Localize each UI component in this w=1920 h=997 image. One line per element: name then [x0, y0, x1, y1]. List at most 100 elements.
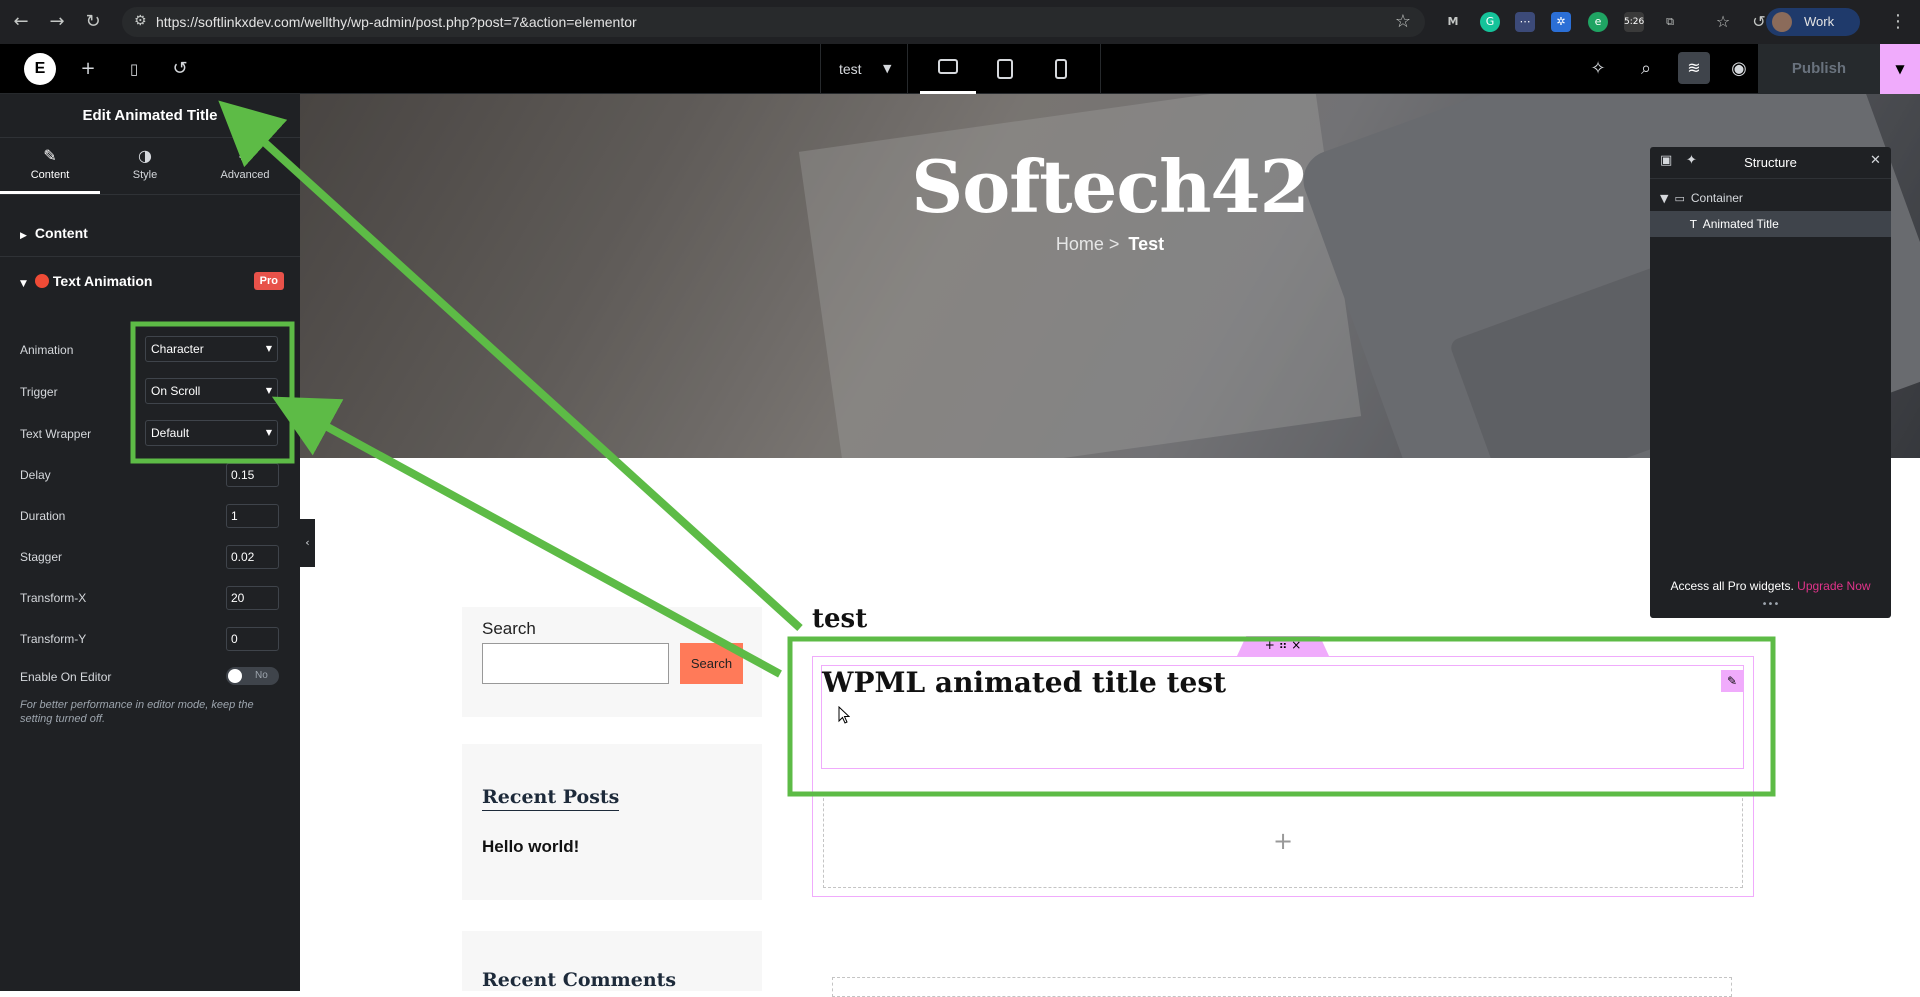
enable-on-editor-toggle[interactable]: No: [226, 667, 279, 685]
upgrade-now-link[interactable]: Upgrade Now: [1797, 579, 1870, 593]
search-button[interactable]: Search: [680, 643, 743, 684]
edit-widget-pencil-icon[interactable]: ✎: [1721, 670, 1743, 692]
recent-comments-heading: Recent Comments: [482, 969, 677, 991]
tree-item-animated-title[interactable]: T Animated Title: [1650, 211, 1891, 237]
profile-chip[interactable]: Work: [1766, 8, 1860, 36]
caret-down-icon: ▼: [265, 428, 272, 437]
divider: [1100, 44, 1101, 94]
toggle-state: No: [255, 670, 268, 681]
site-info-icon[interactable]: ⚙: [134, 13, 147, 29]
resize-grip-icon[interactable]: •••: [1650, 599, 1891, 610]
extension-gear-icon[interactable]: ✲: [1551, 12, 1571, 32]
select-value: Default: [151, 426, 190, 440]
extension-edge-icon[interactable]: e: [1588, 12, 1608, 32]
profile-label: Work: [1804, 14, 1835, 29]
animation-select[interactable]: Character ▼: [145, 336, 278, 362]
section-text-animation-header[interactable]: ▼ Text Animation Pro: [0, 257, 300, 305]
tab-advanced[interactable]: ⚙ Advanced: [195, 138, 295, 194]
caret-down-icon: ▼: [265, 344, 272, 353]
elementor-topbar: E + ▯ ↺ test ▼ ✧ ⌕ ≋ ◉ Publish ▼: [0, 44, 1920, 94]
duration-label: Duration: [20, 509, 66, 523]
bookmarks-icon[interactable]: ☆: [1713, 12, 1733, 32]
mobile-view-button[interactable]: [1033, 44, 1089, 94]
address-bar[interactable]: ⚙ https://softlinkxdev.com/wellthy/wp-ad…: [122, 7, 1425, 37]
extension-timer-icon[interactable]: 5:26: [1624, 12, 1644, 32]
avatar: [1772, 12, 1792, 32]
panel-title: Edit Animated Title: [0, 94, 300, 138]
text-icon: T: [1690, 218, 1697, 231]
transform-x-label: Transform-X: [20, 591, 87, 605]
collapse-panel-chevron-icon[interactable]: ‹: [300, 519, 315, 567]
structure-header: ▣ ✦ Structure ✕: [1650, 147, 1891, 179]
publish-options-chevron-icon[interactable]: ▼: [1880, 44, 1920, 94]
reload-icon[interactable]: ↻: [82, 11, 104, 33]
forward-icon[interactable]: →: [46, 11, 68, 33]
tab-label: Style: [132, 169, 158, 181]
tab-style[interactable]: ◑ Style: [95, 138, 195, 194]
select-value: Character: [151, 342, 204, 356]
text-wrapper-label: Text Wrapper: [20, 427, 92, 441]
page-settings-icon[interactable]: ▯: [122, 57, 146, 81]
tree-item-container[interactable]: ▼ ▭ Container: [1650, 185, 1891, 211]
preview-eye-icon[interactable]: ◉: [1727, 57, 1751, 81]
mobile-icon: [1055, 59, 1067, 79]
pro-badge: Pro: [253, 272, 284, 290]
pro-widget-icon: [34, 274, 49, 288]
tree-label: Animated Title: [1702, 217, 1779, 231]
elementor-logo-icon[interactable]: E: [24, 53, 56, 85]
close-icon[interactable]: ✕: [1870, 153, 1881, 168]
back-icon[interactable]: ←: [10, 11, 32, 33]
toggle-knob: [228, 669, 242, 683]
trigger-label: Trigger: [20, 385, 58, 399]
timer-badge: 5:26: [1624, 17, 1645, 27]
tab-content[interactable]: ✎ Content: [0, 138, 100, 194]
pro-upsell-text: Access all Pro widgets.: [1670, 579, 1794, 593]
search-widget: Search Search: [462, 607, 762, 717]
transform-y-input[interactable]: 0: [226, 627, 279, 651]
recent-post-link[interactable]: Hello world!: [482, 837, 579, 857]
structure-layers-icon[interactable]: ≋: [1678, 52, 1710, 84]
desktop-icon: [938, 59, 958, 74]
stagger-label: Stagger: [20, 550, 63, 564]
text-wrapper-select[interactable]: Default ▼: [145, 420, 278, 446]
desktop-view-button[interactable]: [920, 44, 976, 94]
history-icon[interactable]: ↺: [168, 57, 192, 81]
publish-button[interactable]: Publish: [1758, 44, 1880, 94]
delay-input[interactable]: 0.15: [226, 463, 279, 487]
search-input[interactable]: [482, 643, 669, 684]
extension-dots-icon[interactable]: ⋯: [1515, 12, 1535, 32]
caret-down-icon: ▼: [20, 279, 27, 289]
extension-m-icon[interactable]: M: [1443, 12, 1463, 32]
browser-menu-icon[interactable]: ⋮: [1887, 11, 1909, 33]
search-icon[interactable]: ⌕: [1634, 57, 1658, 81]
structure-title: Structure: [1744, 155, 1797, 170]
extension-grammarly-icon[interactable]: G: [1480, 12, 1500, 32]
whats-new-megaphone-icon[interactable]: ✧: [1586, 57, 1610, 81]
performance-note: For better performance in editor mode, k…: [20, 699, 254, 725]
container-handle[interactable]: + ⠿ ×: [1237, 636, 1329, 656]
transform-x-input[interactable]: 20: [226, 586, 279, 610]
stagger-input[interactable]: 0.02: [226, 545, 279, 569]
duration-input[interactable]: 1: [226, 504, 279, 528]
container-icon: ▭: [1674, 192, 1685, 205]
section-label: Text Animation: [52, 273, 153, 289]
trigger-select[interactable]: On Scroll ▼: [145, 378, 278, 404]
page-selector[interactable]: test ▼: [820, 44, 908, 94]
page-name: test: [839, 61, 862, 77]
caret-right-icon: ▶: [20, 231, 27, 241]
caret-down-icon: ▼: [1660, 192, 1669, 205]
breadcrumb-home[interactable]: Home >: [1056, 234, 1120, 254]
add-section-zone[interactable]: [832, 977, 1732, 997]
recent-comments-widget: Recent Comments: [462, 931, 762, 991]
divider: [0, 194, 300, 195]
bookmark-star-icon[interactable]: ☆: [1395, 11, 1411, 32]
extensions-puzzle-icon[interactable]: ⧉: [1660, 12, 1680, 32]
post-title: test: [812, 604, 868, 634]
section-content-header[interactable]: ▶ Content: [0, 209, 300, 257]
url-text[interactable]: https://softlinkxdev.com/wellthy/wp-admi…: [156, 14, 637, 30]
widget-title[interactable]: WPML animated title test: [822, 666, 1226, 699]
tablet-view-button[interactable]: [977, 44, 1033, 94]
add-element-zone[interactable]: +: [823, 793, 1743, 888]
select-value: On Scroll: [151, 384, 201, 398]
add-element-icon[interactable]: +: [76, 57, 100, 81]
